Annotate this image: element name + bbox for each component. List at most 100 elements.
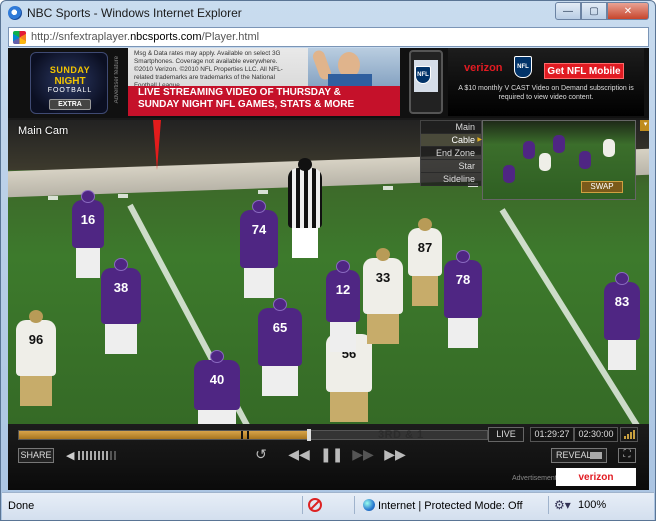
volume-bar[interactable]: [102, 451, 105, 460]
advertisement-label: Advertisement: [512, 475, 557, 482]
player: 40: [194, 350, 240, 424]
logo-line-football: FOOTBALL: [47, 87, 93, 94]
volume-control[interactable]: ◀: [66, 449, 117, 462]
referee: [288, 158, 322, 258]
verizon-sponsor-logo[interactable]: verizon: [556, 468, 636, 486]
logo-line-sunday: SUNDAY: [49, 65, 91, 75]
camera-option[interactable]: Star: [421, 160, 481, 173]
address-bar[interactable]: http://snfextraplayer.nbcsports.com/Play…: [8, 27, 649, 47]
ad-fine-print: Msg & Data rates may apply. Available on…: [134, 50, 283, 89]
volume-bar[interactable]: [90, 451, 93, 460]
verizon-ad[interactable]: Msg & Data rates may apply. Available on…: [128, 48, 400, 116]
popup-blocked-icon[interactable]: [308, 498, 322, 512]
ad-fan-image: [308, 48, 400, 88]
hash-mark: [383, 186, 393, 190]
player: 83: [604, 272, 640, 370]
player: 74: [240, 200, 278, 298]
volume-bar[interactable]: [106, 451, 109, 460]
status-divider: [548, 496, 549, 514]
status-bar: Done Internet | Protected Mode: Off ⚙▾ 1…: [2, 492, 654, 520]
volume-bar[interactable]: [78, 451, 81, 460]
volume-bar[interactable]: [98, 451, 101, 460]
camera-option-selected[interactable]: Cable: [421, 134, 482, 147]
signal-quality-icon[interactable]: [620, 427, 638, 442]
nfl-shield-icon: NFL: [514, 56, 532, 78]
status-divider: [354, 496, 355, 514]
ad-subscription-note: A $10 monthly V CAST Video on Demand sub…: [458, 85, 634, 101]
fast-forward-icon[interactable]: ▶▶: [352, 446, 374, 463]
skip-forward-icon[interactable]: ▶▶: [384, 446, 406, 463]
total-time: 02:30:00: [574, 427, 618, 442]
verizon-logo: verizon: [464, 62, 503, 74]
camera-label: Main Cam: [18, 125, 69, 137]
player-controls: 3RD & 1 LIVE 01:29:27 02:30:00 SHARE ◀ ↺…: [8, 424, 649, 490]
camera-option[interactable]: Sideline: [421, 173, 481, 186]
pause-icon[interactable]: ❚❚: [320, 446, 343, 463]
live-button[interactable]: LIVE: [488, 427, 524, 442]
player: 87: [408, 218, 442, 306]
internet-zone-icon: [363, 499, 375, 511]
url-text[interactable]: http://snfextraplayer.nbcsports.com/Play…: [31, 31, 259, 43]
player: 12: [326, 260, 360, 352]
player: 78: [444, 250, 482, 348]
speaker-icon[interactable]: ◀: [66, 449, 74, 462]
window-buttons: — ▢ ✕: [555, 2, 649, 20]
title-bar: NBC Sports - Windows Internet Explorer —…: [1, 1, 655, 25]
hash-mark: [118, 194, 128, 198]
elapsed-time: 01:29:27: [530, 427, 574, 442]
rewind-icon[interactable]: ◀◀: [288, 446, 310, 463]
camera-option[interactable]: End Zone: [421, 147, 481, 160]
player: 16: [72, 190, 104, 278]
ad-headline-line2: SUNDAY NIGHT NFL GAMES, STATS & MORE: [138, 99, 355, 110]
ad-headline-line1: LIVE STREAMING VIDEO OF THURSDAY &: [138, 87, 341, 98]
nbc-peacock-icon: [13, 31, 26, 44]
first-down-marker: [153, 120, 161, 170]
status-divider: [302, 496, 303, 514]
volume-bar[interactable]: [86, 451, 89, 460]
video-player[interactable]: 74 38 96 65 40 56 12 33 78 83 16 87 Main…: [8, 120, 649, 424]
down-and-distance: 3RD & 1: [378, 429, 424, 441]
nfl-shield-icon: NFL: [415, 66, 431, 84]
camera-angle-menu[interactable]: Main Cable End Zone Star Sideline: [420, 120, 482, 186]
logo-extra-badge: EXTRA: [49, 99, 91, 110]
page-content: SUNDAY NIGHT FOOTBALL EXTRA Advertiser f…: [8, 48, 649, 490]
fullscreen-icon[interactable]: ⛶: [618, 448, 636, 463]
zoom-level[interactable]: 100%: [578, 499, 606, 511]
minimize-button[interactable]: —: [555, 2, 581, 20]
logo-line-night: NIGHT: [54, 76, 86, 87]
timeline-marker: [247, 431, 249, 439]
volume-bar[interactable]: [94, 451, 97, 460]
camera-option[interactable]: Main: [421, 121, 481, 134]
close-button[interactable]: ✕: [607, 2, 649, 20]
player: 96: [16, 310, 56, 406]
replay-icon[interactable]: ↺: [250, 446, 272, 463]
add-ons-icon[interactable]: ⚙▾: [554, 498, 571, 512]
advertiser-feature-label: Advertiser feature: [114, 56, 120, 104]
reveal-button[interactable]: REVEAL: [551, 448, 607, 463]
progress-handle[interactable]: [307, 429, 312, 441]
volume-bar[interactable]: [110, 451, 113, 460]
progress-fill: [19, 431, 310, 439]
volume-bar[interactable]: [82, 451, 85, 460]
get-nfl-mobile-button[interactable]: Get NFL Mobile: [544, 63, 624, 79]
get-nfl-mobile-ad[interactable]: verizon NFL Get NFL Mobile A $10 monthly…: [448, 48, 644, 116]
ad-banner: SUNDAY NIGHT FOOTBALL EXTRA Advertiser f…: [8, 48, 649, 118]
ad-headline: LIVE STREAMING VIDEO OF THURSDAY & SUNDA…: [138, 87, 354, 111]
timeline-marker: [241, 431, 243, 439]
hash-mark: [258, 190, 268, 194]
window-title: NBC Sports - Windows Internet Explorer: [27, 6, 242, 20]
volume-bar[interactable]: [114, 451, 117, 460]
picture-in-picture-view[interactable]: SWAP: [482, 120, 636, 200]
pip-close-icon[interactable]: ▾: [640, 120, 649, 131]
ie-logo-icon: [8, 6, 22, 20]
player: 38: [101, 258, 141, 354]
share-button[interactable]: SHARE: [18, 448, 54, 463]
reveal-toggle-icon: [590, 452, 602, 459]
swap-button[interactable]: SWAP: [581, 181, 623, 193]
reveal-label: REVEAL: [556, 450, 592, 460]
phone-image: NFL: [409, 50, 443, 114]
status-text: Done: [8, 500, 35, 512]
maximize-button[interactable]: ▢: [581, 2, 607, 20]
player: 65: [258, 298, 302, 396]
security-zone-text[interactable]: Internet | Protected Mode: Off: [378, 500, 523, 512]
